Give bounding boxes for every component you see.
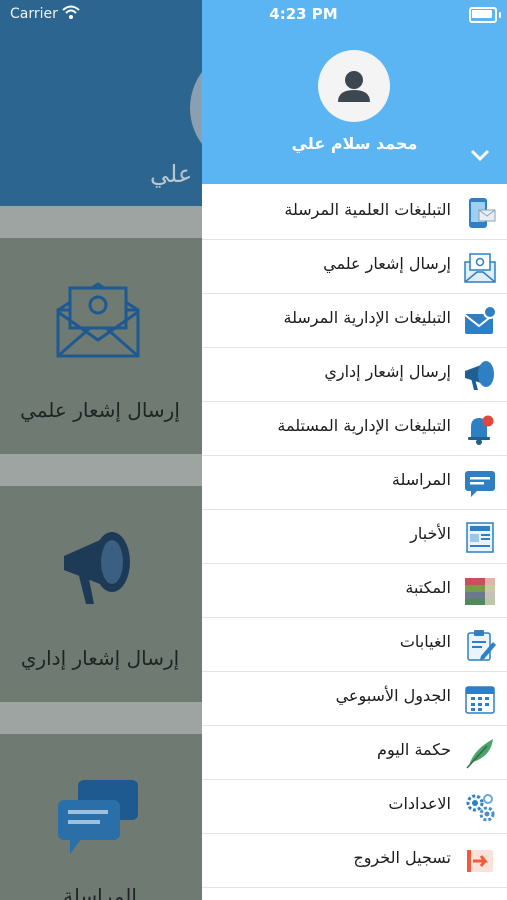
user-icon [338,71,370,102]
background-user-name: علي [150,160,193,188]
avatar[interactable] [318,50,390,122]
clipboard-icon [467,630,496,661]
calendar-icon [465,686,495,714]
menu-item-label: حكمة اليوم [377,740,451,759]
envelope-at-icon [56,282,140,358]
background-card-label: المراسلة [63,884,137,900]
menu-item-send-administrative[interactable]: إرسال إشعار إداري [202,348,507,402]
logout-icon [467,850,493,872]
menu-item-logout[interactable]: تسجيل الخروج [202,834,507,888]
phone-mail-icon [469,198,496,228]
menu-item-sent-scientific[interactable]: التبليغات العلمية المرسلة [202,186,507,240]
gears-icon [466,794,495,822]
menu-item-label: إرسال إشعار علمي [323,254,451,273]
menu-item-label: إرسال إشعار إداري [324,362,451,381]
menu-item-label: الجدول الأسبوعي [335,686,451,705]
menu-item-absences[interactable]: الغيابات [202,618,507,672]
books-icon [465,578,495,605]
mail-badge-icon [464,305,497,334]
menu-item-label: التبليغات العلمية المرسلة [284,200,451,219]
menu-item-label: الأخبار [410,524,451,543]
background-card-label: إرسال إشعار علمي [20,398,180,422]
menu-item-library[interactable]: المكتبة [202,564,507,618]
status-bar: Carrier 4:23 PM [0,0,507,28]
drawer-menu: التبليغات العلمية المرسلة إرسال إشعار عل… [202,186,507,888]
background-card-label: إرسال إشعار إداري [20,646,180,670]
menu-item-weekly-schedule[interactable]: الجدول الأسبوعي [202,672,507,726]
menu-item-settings[interactable]: الاعدادات [202,780,507,834]
feather-icon [466,739,493,769]
menu-item-label: الغيابات [399,632,451,651]
chevron-down-icon[interactable] [470,148,490,162]
side-drawer: محمد سلام علي التبليغات العلمية المرسلة … [202,0,507,900]
menu-item-label: المراسلة [391,470,451,489]
menu-item-label: تسجيل الخروج [353,848,451,867]
chat-icon [465,471,495,497]
user-name: محمد سلام علي [291,134,418,153]
menu-item-send-scientific[interactable]: إرسال إشعار علمي [202,240,507,294]
menu-item-sent-administrative[interactable]: التبليغات الإدارية المرسلة [202,294,507,348]
menu-item-received-administrative[interactable]: التبليغات الإدارية المستلمة [202,402,507,456]
megaphone-icon [64,532,130,604]
menu-item-news[interactable]: الأخبار [202,510,507,564]
menu-item-daily-wisdom[interactable]: حكمة اليوم [202,726,507,780]
megaphone-icon [465,361,494,390]
menu-item-label: الاعدادات [388,794,451,813]
menu-item-label: التبليغات الإدارية المستلمة [277,416,451,435]
chat-icon [58,780,138,854]
envelope-at-icon [464,253,496,283]
battery-tip [499,12,501,18]
menu-item-label: التبليغات الإدارية المرسلة [283,308,451,327]
carrier-label: Carrier [10,6,58,22]
status-time: 4:23 PM [269,5,338,23]
menu-item-label: المكتبة [405,578,451,597]
menu-item-messages[interactable]: المراسلة [202,456,507,510]
battery-icon [469,7,497,23]
wifi-icon [62,5,80,19]
newspaper-icon [466,522,494,553]
bell-icon [468,415,494,445]
